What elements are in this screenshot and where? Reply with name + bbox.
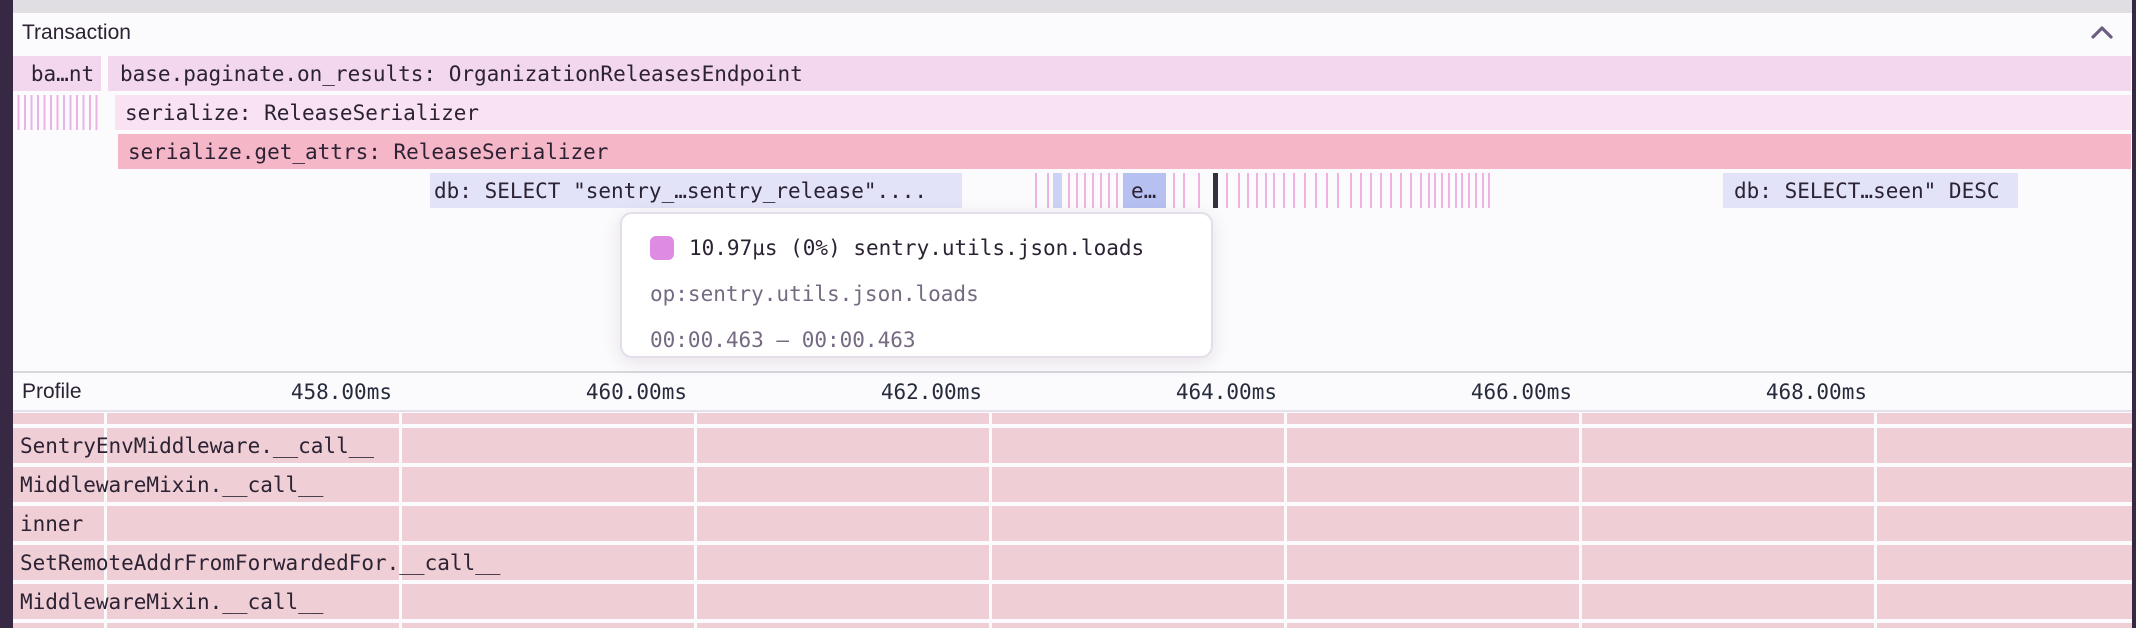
span-tick[interactable] — [1370, 173, 1372, 208]
span-tick[interactable] — [1116, 173, 1118, 208]
span-tick[interactable] — [1455, 173, 1457, 208]
flame-frame[interactable] — [13, 467, 2132, 502]
tooltip-op-line: op:sentry.utils.json.loads — [650, 277, 1187, 310]
transaction-section-title: Transaction — [22, 13, 131, 53]
flame-frame-label: SentryEnvMiddleware.__call__ — [20, 428, 374, 463]
span-tick[interactable] — [1035, 173, 1037, 208]
span-tick[interactable] — [1068, 173, 1070, 208]
span-tick[interactable] — [1482, 173, 1484, 208]
flame-frame-label: SetRemoteAddrFromForwardedFor.__call__ — [20, 545, 500, 580]
span-color-swatch-icon — [650, 236, 674, 260]
axis-gridline — [1874, 412, 1877, 628]
span-tick[interactable] — [1108, 173, 1110, 208]
span-tick[interactable] — [1468, 173, 1470, 208]
span-tick[interactable] — [1198, 173, 1200, 208]
flame-frame[interactable] — [13, 506, 2132, 541]
span-bar[interactable]: db: SELECT "sentry_…sentry_release".... — [430, 173, 962, 208]
span-tick[interactable] — [1100, 173, 1102, 208]
trace-panel: Transaction ba…ntbase.paginate.on_result… — [13, 0, 2132, 628]
tooltip-timerange-text: 00:00.463 — 00:00.463 — [650, 328, 916, 352]
span-bar[interactable]: serialize.get_attrs: ReleaseSerializer — [118, 134, 2131, 169]
span-tick[interactable] — [1400, 173, 1402, 208]
span-tick[interactable] — [1304, 173, 1306, 208]
right-edge-bar — [2132, 0, 2136, 628]
span-tick[interactable] — [1488, 173, 1490, 208]
tooltip-summary-text: 10.97µs (0%) sentry.utils.json.loads — [689, 236, 1144, 260]
span-tick[interactable] — [1226, 173, 1228, 208]
span-tick[interactable] — [1084, 173, 1086, 208]
span-tick[interactable] — [1350, 173, 1352, 208]
span-row: serialize: ReleaseSerializer — [13, 95, 2132, 130]
span-mini-bar[interactable] — [1213, 173, 1218, 208]
span-tick[interactable] — [1390, 173, 1392, 208]
top-strip — [13, 0, 2132, 13]
span-tick[interactable] — [1475, 173, 1477, 208]
span-tick[interactable] — [1273, 173, 1275, 208]
span-tick[interactable] — [1238, 173, 1240, 208]
span-tick[interactable] — [1256, 173, 1258, 208]
flame-frame-label: MiddlewareMixin.__call__ — [20, 584, 323, 619]
span-row: ba…ntbase.paginate.on_results: Organizat… — [13, 56, 2132, 91]
axis-gridline — [989, 412, 992, 628]
axis-gridline — [399, 412, 402, 628]
profiling-flamechart-view: Transaction ba…ntbase.paginate.on_result… — [0, 0, 2136, 628]
tooltip-op-text: op:sentry.utils.json.loads — [650, 282, 979, 306]
span-tick[interactable] — [1293, 173, 1295, 208]
span-row: serialize.get_attrs: ReleaseSerializer — [13, 134, 2132, 169]
span-tick[interactable] — [1183, 173, 1185, 208]
left-edge-bar — [0, 0, 13, 628]
span-tick[interactable] — [1428, 173, 1430, 208]
axis-tick-label: 468.00ms — [1766, 373, 1867, 410]
flame-frame[interactable] — [13, 584, 2132, 619]
flame-frame-partial[interactable] — [13, 623, 2132, 628]
flame-frame-label: inner — [20, 506, 83, 541]
span-tick[interactable] — [1326, 173, 1328, 208]
chevron-up-icon — [2088, 20, 2116, 46]
span-tick[interactable] — [1360, 173, 1362, 208]
axis-tick-label: 464.00ms — [1176, 373, 1277, 410]
profile-section-title: Profile — [22, 373, 82, 410]
span-tick[interactable] — [1380, 173, 1382, 208]
span-tick[interactable] — [1420, 173, 1422, 208]
span-row: db: SELECT "sentry_…sentry_release".... e… — [13, 173, 2132, 208]
span-tick[interactable] — [1337, 173, 1339, 208]
axis-gridline — [1579, 412, 1582, 628]
span-tick[interactable] — [1247, 173, 1249, 208]
tooltip-timerange-line: 00:00.463 — 00:00.463 — [650, 323, 1187, 356]
span-tick[interactable] — [1434, 173, 1436, 208]
collapse-section-button[interactable] — [2088, 20, 2116, 46]
flame-frame-partial[interactable] — [13, 413, 2132, 424]
span-bar[interactable]: base.paginate.on_results: OrganizationRe… — [108, 56, 2131, 91]
span-tick[interactable] — [1076, 173, 1078, 208]
flame-frame-label: MiddlewareMixin.__call__ — [20, 467, 323, 502]
span-bar[interactable]: db: SELECT…seen" DESC — [1723, 173, 2018, 208]
span-tick[interactable] — [1315, 173, 1317, 208]
span-bar-striped[interactable] — [13, 95, 98, 130]
flamechart: SentryEnvMiddleware.__call__ MiddlewareMi… — [13, 412, 2132, 628]
span-tick[interactable] — [1173, 173, 1175, 208]
span-tick[interactable] — [1092, 173, 1094, 208]
span-tick[interactable] — [1047, 173, 1049, 208]
axis-tick-label: 460.00ms — [586, 373, 687, 410]
span-bar[interactable]: ba…nt — [13, 56, 101, 91]
span-tick[interactable] — [1448, 173, 1450, 208]
axis-tick-label: 462.00ms — [881, 373, 982, 410]
span-tick[interactable] — [1283, 173, 1285, 208]
span-bar[interactable]: serialize: ReleaseSerializer — [115, 95, 2131, 130]
span-tick[interactable] — [1441, 173, 1443, 208]
span-tick[interactable] — [1410, 173, 1412, 208]
span-tick[interactable] — [1461, 173, 1463, 208]
span-bar[interactable]: e… — [1123, 173, 1166, 208]
axis-tick-label: 458.00ms — [291, 373, 392, 410]
transaction-section-header: Transaction — [13, 13, 2132, 53]
tooltip-summary-line: 10.97µs (0%) sentry.utils.json.loads — [650, 231, 1187, 264]
profile-section-header: Profile 458.00ms 460.00ms 462.00ms 464.00ms… — [13, 373, 2132, 412]
axis-tick-label: 466.00ms — [1471, 373, 1572, 410]
axis-gridline — [694, 412, 697, 628]
span-tooltip: 10.97µs (0%) sentry.utils.json.loads op:… — [620, 212, 1213, 358]
axis-gridline — [1284, 412, 1287, 628]
span-mini-bar[interactable] — [1053, 173, 1062, 208]
span-tick[interactable] — [1265, 173, 1267, 208]
